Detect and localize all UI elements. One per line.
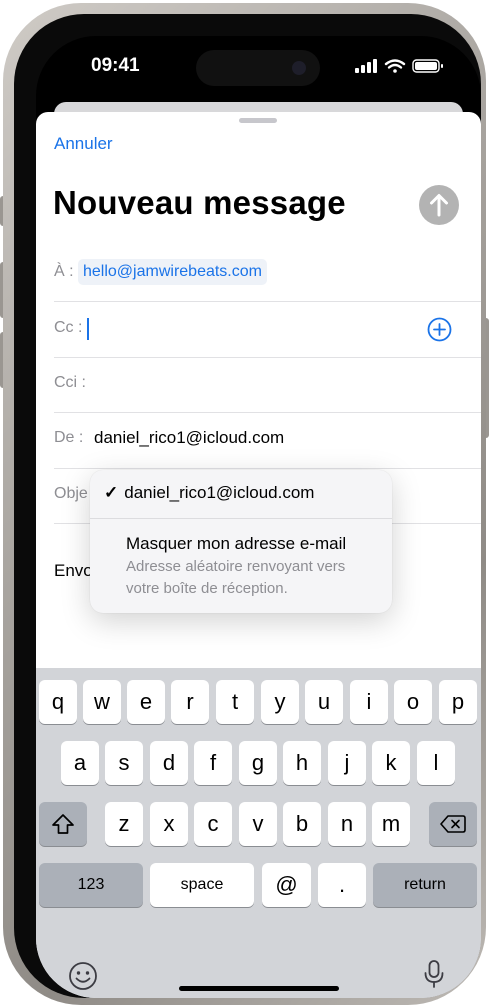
key-m[interactable]: m (372, 802, 410, 846)
send-arrow-icon (430, 194, 448, 217)
message-body[interactable]: Envo (54, 561, 93, 581)
page-title: Nouveau message (53, 184, 346, 221)
key-s[interactable]: s (105, 741, 143, 785)
key-a[interactable]: a (61, 741, 99, 785)
at-key[interactable]: @ (262, 863, 311, 907)
battery-icon (412, 59, 443, 73)
microphone-icon[interactable] (419, 959, 449, 989)
key-k[interactable]: k (372, 741, 410, 785)
backspace-icon (440, 815, 466, 833)
key-u[interactable]: u (305, 680, 343, 724)
key-e[interactable]: e (127, 680, 165, 724)
menu-item-hide-my-email[interactable]: Masquer mon adresse e-mail (126, 534, 346, 554)
key-x[interactable]: x (150, 802, 188, 846)
key-p[interactable]: p (439, 680, 477, 724)
cc-label: Cc : (54, 319, 83, 336)
from-field[interactable]: daniel_rico1@icloud.com (94, 428, 284, 448)
key-i[interactable]: i (350, 680, 388, 724)
keyboard: q w e r t y u i o p a s d f g h j k l z … (36, 668, 481, 998)
key-f[interactable]: f (194, 741, 232, 785)
cci-label: Cci : (54, 374, 86, 391)
menu-separator (90, 518, 392, 519)
menu-item-selected-address[interactable]: ✓ daniel_rico1@icloud.com (104, 483, 314, 503)
camera-icon (292, 61, 306, 75)
to-label: À : (54, 263, 74, 280)
key-o[interactable]: o (394, 680, 432, 724)
signal-icon (355, 59, 377, 73)
backspace-key[interactable] (429, 802, 477, 846)
status-time: 09:41 (91, 55, 140, 76)
key-r[interactable]: r (171, 680, 209, 724)
key-h[interactable]: h (283, 741, 321, 785)
shift-key[interactable] (39, 802, 87, 846)
add-contact-icon[interactable] (427, 317, 452, 342)
key-v[interactable]: v (239, 802, 277, 846)
space-key[interactable]: space (150, 863, 254, 907)
numbers-key[interactable]: 123 (39, 863, 143, 907)
shift-icon (52, 814, 74, 834)
subject-label: Obje (54, 485, 88, 502)
from-label: De : (54, 429, 84, 446)
key-j[interactable]: j (328, 741, 366, 785)
cancel-button[interactable]: Annuler (54, 134, 113, 154)
phone-bezel: 09:41 Annuler Nouveau message À: hello@… (14, 14, 481, 998)
divider (54, 468, 481, 469)
key-g[interactable]: g (239, 741, 277, 785)
send-button[interactable] (419, 185, 459, 225)
key-q[interactable]: q (39, 680, 77, 724)
divider (54, 357, 481, 358)
key-c[interactable]: c (194, 802, 232, 846)
return-key[interactable]: return (373, 863, 477, 907)
menu-item-description: Adresse aléatoire renvoyant vers votre b… (126, 558, 346, 597)
key-l[interactable]: l (417, 741, 455, 785)
status-bar: 09:41 (36, 36, 481, 106)
status-icons (355, 59, 443, 73)
key-t[interactable]: t (216, 680, 254, 724)
phone-screen: 09:41 Annuler Nouveau message À: hello@… (36, 36, 481, 998)
from-address-menu: ✓ daniel_rico1@icloud.com Masquer mon adr… (90, 470, 392, 613)
dynamic-island (196, 50, 320, 86)
key-z[interactable]: z (105, 802, 143, 846)
key-n[interactable]: n (328, 802, 366, 846)
recipient-chip[interactable]: hello@jamwirebeats.com (78, 259, 267, 285)
phone-frame: 09:41 Annuler Nouveau message À: hello@… (3, 3, 486, 1005)
emoji-icon[interactable] (68, 961, 98, 991)
key-b[interactable]: b (283, 802, 321, 846)
key-w[interactable]: w (83, 680, 121, 724)
divider (54, 412, 481, 413)
wifi-icon (384, 59, 406, 73)
period-key[interactable]: . (318, 863, 366, 907)
sheet-grabber[interactable] (239, 118, 277, 123)
home-indicator[interactable] (179, 986, 339, 991)
text-cursor (87, 318, 89, 340)
key-y[interactable]: y (261, 680, 299, 724)
divider (54, 301, 481, 302)
checkmark-icon: ✓ (104, 483, 119, 502)
key-d[interactable]: d (150, 741, 188, 785)
menu-item-label: daniel_rico1@icloud.com (124, 483, 315, 502)
